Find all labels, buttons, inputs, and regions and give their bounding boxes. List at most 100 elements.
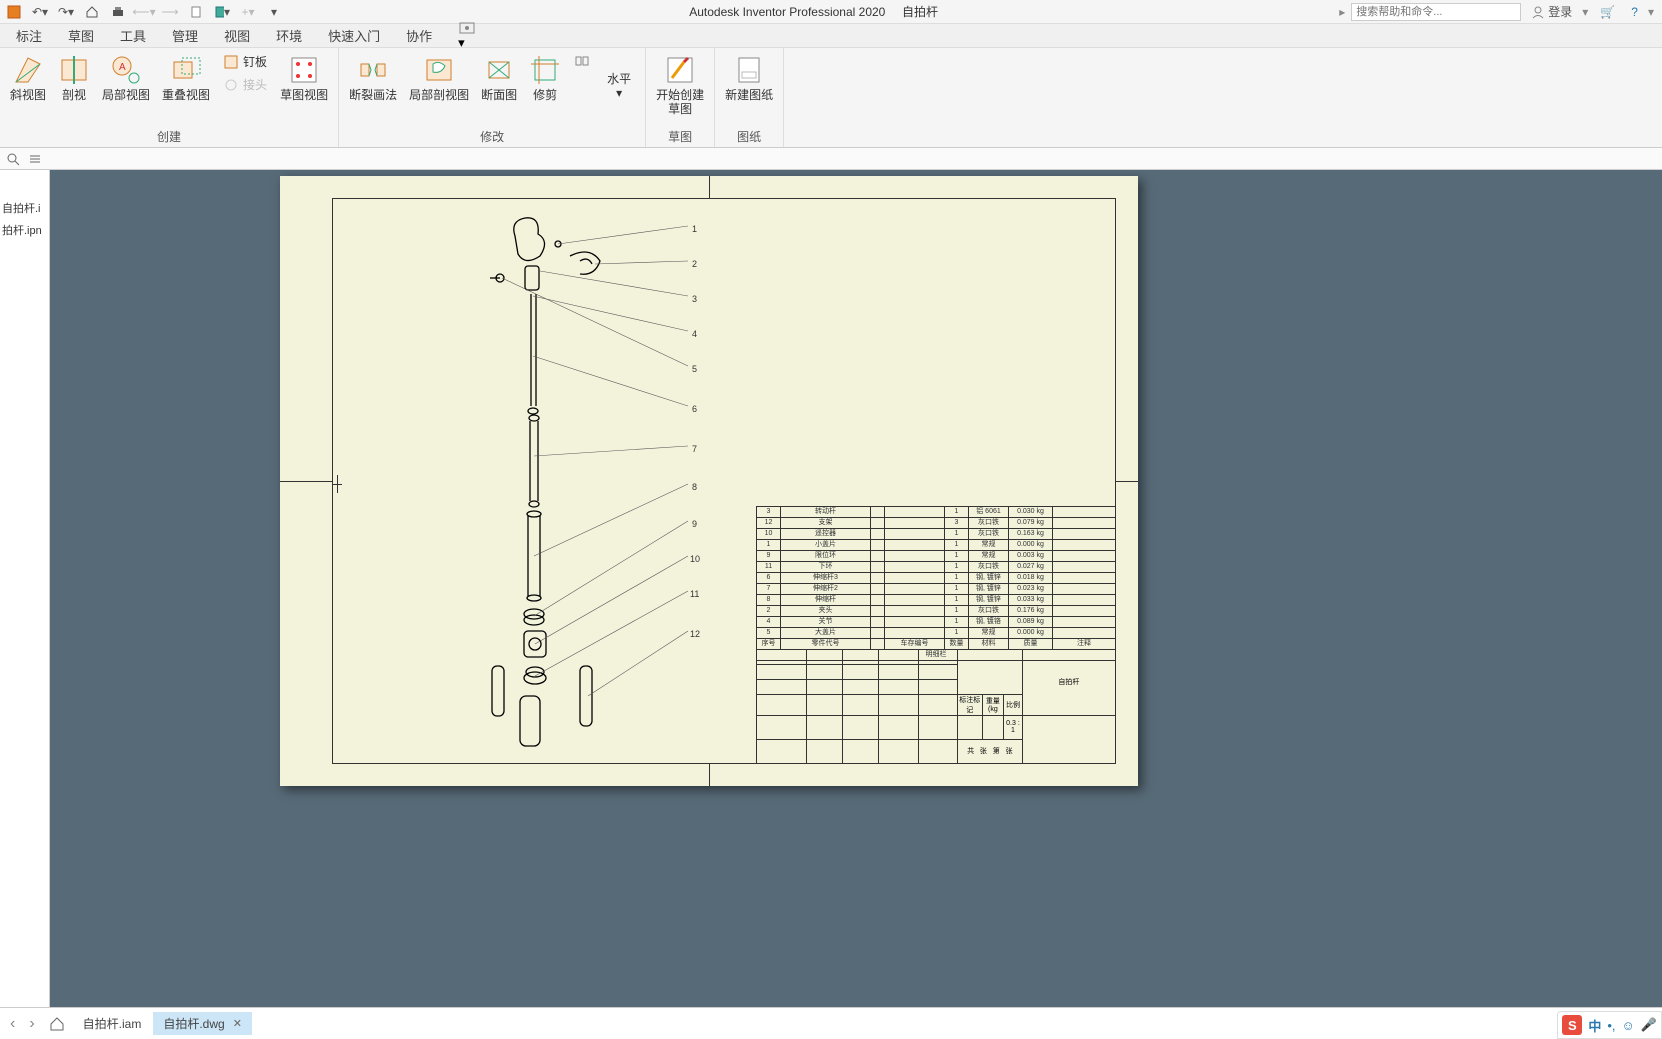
- menu-icon[interactable]: [28, 152, 42, 166]
- slant-view-button[interactable]: 斜视图: [4, 50, 52, 106]
- group-sketch: 开始创建 草图 草图: [646, 48, 715, 147]
- callout: 12: [690, 629, 700, 639]
- detail-view-button[interactable]: A 局部视图: [96, 50, 156, 106]
- group-modify: 断裂画法 局部剖视图 断面图 修剪 水平▾ 修改: [339, 48, 646, 147]
- ime-indicator[interactable]: S 中 •, ☺ 🎤: [1557, 1011, 1662, 1039]
- tab-collaborate[interactable]: 协作: [402, 24, 436, 47]
- new-sheet-button[interactable]: 新建图纸: [719, 50, 779, 106]
- callout: 4: [692, 329, 697, 339]
- drawing-canvas[interactable]: 1 2 3 4 5 6 7 8 9 10 11 12 3转动杆1铝 60610.…: [50, 170, 1662, 1007]
- tab-tools[interactable]: 工具: [116, 24, 150, 47]
- svg-text:A: A: [119, 62, 126, 73]
- start-sketch-button[interactable]: 开始创建 草图: [650, 50, 710, 121]
- redo-icon[interactable]: ↷▾: [58, 4, 74, 20]
- help-dropdown-icon[interactable]: ▾: [1648, 5, 1654, 19]
- parts-list: 3转动杆1铝 60610.030 kg12支架3灰口铁0.079 kg10遥控器…: [756, 506, 1116, 661]
- table-row: 10遥控器1灰口铁0.163 kg: [757, 529, 1116, 540]
- centermark: [709, 764, 710, 786]
- callout: 10: [690, 554, 700, 564]
- forward-icon[interactable]: ⟶: [162, 4, 178, 20]
- doc-tab-iam[interactable]: 自拍杆.iam: [73, 1012, 152, 1035]
- nailboard-button[interactable]: 钉板: [220, 52, 270, 71]
- login-button[interactable]: 登录: [1527, 3, 1576, 20]
- callout: 8: [692, 482, 697, 492]
- ribbon: 斜视图 剖视 A 局部视图 重叠视图 钉板 接头: [0, 48, 1662, 148]
- save-icon[interactable]: ▾: [214, 4, 230, 20]
- ribbon-tabs: 标注 草图 工具 管理 视图 环境 快速入门 协作 ▾: [0, 24, 1662, 48]
- home-icon[interactable]: [84, 4, 100, 20]
- login-label: 登录: [1548, 3, 1572, 20]
- callout: 7: [692, 444, 697, 454]
- browser-item[interactable]: 拍杆.ipn: [0, 218, 49, 240]
- overlay-view-button[interactable]: 重叠视图: [156, 50, 216, 106]
- search-help-input[interactable]: [1351, 3, 1521, 21]
- table-row: 7伸缩杆21钢, 镀锌0.023 kg: [757, 584, 1116, 595]
- user-icon: [1531, 5, 1545, 19]
- table-row: 11下环1灰口铁0.027 kg: [757, 562, 1116, 573]
- breakout-button[interactable]: 局部剖视图: [403, 50, 475, 106]
- callout: 5: [692, 364, 697, 374]
- callout: 1: [692, 224, 697, 234]
- joint-button: 接头: [220, 75, 270, 94]
- table-row: 4关节1钢, 镀铬0.089 kg: [757, 617, 1116, 628]
- horiz-button[interactable]: 水平▾: [597, 50, 641, 105]
- cart-icon[interactable]: 🛒: [1594, 5, 1621, 19]
- section-view-button[interactable]: 剖视: [52, 50, 96, 106]
- table-row: 5大盖片1常规0.000 kg: [757, 628, 1116, 639]
- document-tabs: ‹ › 自拍杆.iam 自拍杆.dwg✕: [0, 1007, 1662, 1039]
- callout: 2: [692, 259, 697, 269]
- drawing-sheet: 1 2 3 4 5 6 7 8 9 10 11 12 3转动杆1铝 60610.…: [280, 176, 1138, 786]
- slice-button[interactable]: 断面图: [475, 50, 523, 106]
- addins-icon[interactable]: ▾: [458, 21, 480, 51]
- ime-logo-icon: S: [1562, 1015, 1582, 1035]
- tab-getstarted[interactable]: 快速入门: [324, 24, 384, 47]
- align-horiz-button[interactable]: [571, 52, 593, 70]
- ime-punct-icon: •,: [1607, 1018, 1615, 1033]
- login-dropdown-icon[interactable]: ▾: [1582, 5, 1588, 19]
- tab-view[interactable]: 视图: [220, 24, 254, 47]
- title-right: ▸ 登录 ▾ 🛒 ? ▾: [1339, 3, 1662, 21]
- callout: 11: [690, 589, 699, 599]
- tab-environment[interactable]: 环境: [272, 24, 306, 47]
- mini-toolbar: [0, 148, 1662, 170]
- tab-annotate[interactable]: 标注: [12, 24, 46, 47]
- crop-button[interactable]: 修剪: [523, 50, 567, 106]
- help-icon[interactable]: ?: [1627, 5, 1642, 19]
- doc-tab-dwg[interactable]: 自拍杆.dwg✕: [153, 1012, 252, 1035]
- table-row: 12支架3灰口铁0.079 kg: [757, 518, 1116, 529]
- tab-next-icon[interactable]: ›: [23, 1015, 40, 1033]
- print-icon[interactable]: [110, 4, 126, 20]
- table-row: 2夹头1灰口铁0.176 kg: [757, 606, 1116, 617]
- exploded-view: [430, 206, 750, 766]
- group-sheet: 新建图纸 图纸: [715, 48, 784, 147]
- app-menu-icon[interactable]: [6, 4, 22, 20]
- callout: 6: [692, 404, 697, 414]
- break-button[interactable]: 断裂画法: [343, 50, 403, 106]
- sketchview-button[interactable]: 草图视图: [274, 50, 334, 106]
- tab-sketch[interactable]: 草图: [64, 24, 98, 47]
- parts-header: 序号 零件代号 车存编号 数量 材料 质量 注释: [757, 639, 1116, 650]
- browser-item[interactable]: 自拍杆.i: [0, 170, 49, 218]
- tab-manage[interactable]: 管理: [168, 24, 202, 47]
- centermark: [280, 481, 332, 482]
- plus-icon[interactable]: +▾: [240, 4, 256, 20]
- callout: 3: [692, 294, 697, 304]
- search-icon[interactable]: [6, 152, 20, 166]
- tab-prev-icon[interactable]: ‹: [4, 1015, 21, 1033]
- search-arrow-icon[interactable]: ▸: [1339, 5, 1345, 19]
- model-browser[interactable]: 自拍杆.i 拍杆.ipn: [0, 170, 50, 1007]
- table-row: 9限位环1常规0.003 kg: [757, 551, 1116, 562]
- qat-customize-icon[interactable]: ▾: [266, 4, 282, 20]
- doc-icon[interactable]: [188, 4, 204, 20]
- app-title: Autodesk Inventor Professional 2020 自拍杆: [288, 3, 1339, 20]
- close-icon[interactable]: ✕: [233, 1017, 242, 1030]
- quick-access-toolbar: ↶▾ ↷▾ ⟵▾ ⟶ ▾ +▾ ▾: [0, 4, 288, 20]
- parts-table: 3转动杆1铝 60610.030 kg12支架3灰口铁0.079 kg10遥控器…: [756, 506, 1116, 661]
- callout: 9: [692, 519, 697, 529]
- ime-mic-icon: 🎤: [1641, 1017, 1657, 1033]
- ime-emote-icon: ☺: [1622, 1018, 1635, 1033]
- back-icon[interactable]: ⟵▾: [136, 4, 152, 20]
- undo-icon[interactable]: ↶▾: [32, 4, 48, 20]
- home-tab-icon[interactable]: [43, 1016, 71, 1032]
- table-row: 6伸缩杆31钢, 镀锌0.018 kg: [757, 573, 1116, 584]
